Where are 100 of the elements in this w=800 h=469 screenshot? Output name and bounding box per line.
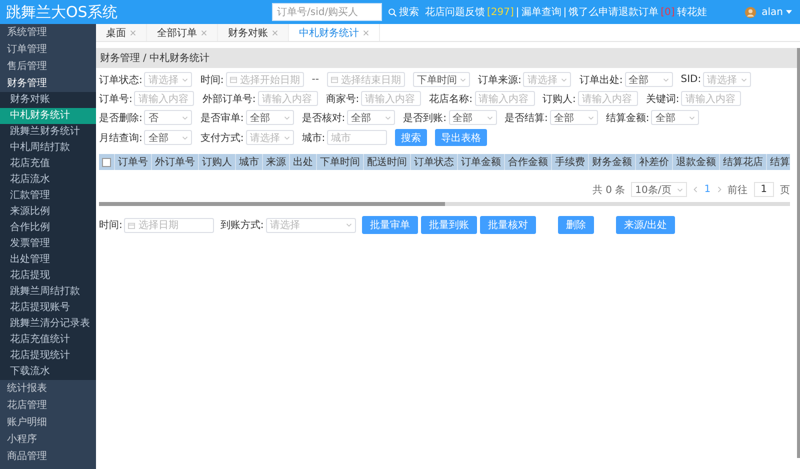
chevron-icon <box>486 116 492 120</box>
total-count: 共 0 条 <box>592 184 626 196</box>
chevron-icon <box>182 78 188 82</box>
search-icon <box>388 8 397 16</box>
sidebar-subitem[interactable]: 花店提现 <box>0 268 96 284</box>
chevron-icon <box>346 223 352 227</box>
chevron-icon <box>460 78 466 82</box>
close-icon[interactable] <box>130 30 136 36</box>
chevron-icon <box>284 136 290 140</box>
filter-label: 订单号: <box>99 92 132 106</box>
filter-label: 是否审单: <box>200 112 244 124</box>
select-field[interactable]: 全部 <box>651 110 700 125</box>
field-label: 到账方式: <box>220 218 264 232</box>
chevron-icon <box>182 136 188 140</box>
sidebar-item[interactable]: 商品管理 <box>0 448 96 465</box>
calendar-icon <box>128 222 136 228</box>
select-field[interactable]: 下单时间 <box>412 72 470 87</box>
filter-label: 关键词: <box>646 92 680 106</box>
filter-label: 城市: <box>302 132 326 144</box>
close-icon[interactable] <box>201 30 207 36</box>
sidebar-subitem[interactable]: 合作比例 <box>0 220 96 236</box>
vertical-scrollbar[interactable] <box>797 48 800 458</box>
chevron-icon <box>588 116 594 120</box>
filter-label: 花店名称: <box>429 92 472 106</box>
select-field[interactable]: 全部 <box>347 110 396 125</box>
tab[interactable]: 桌面 <box>96 24 147 41</box>
page-size-select[interactable]: 10条/页 <box>631 182 688 197</box>
select-field[interactable]: 全部 <box>144 130 192 145</box>
breadcrumb-item[interactable]: 中札财务统计 <box>149 51 210 65</box>
sidebar-subitem[interactable]: 花店提现统计 <box>0 348 96 364</box>
sidebar-subitem[interactable]: 下载流水 <box>0 364 96 380</box>
sidebar-subitem[interactable]: 来源比例 <box>0 204 96 220</box>
calendar-icon <box>330 76 338 83</box>
select-field[interactable]: 全部 <box>624 72 673 87</box>
sidebar-subitem[interactable]: 发票管理 <box>0 236 96 252</box>
sidebar-subitem[interactable]: 中札周结打款 <box>0 140 96 156</box>
filter-label: 外部订单号: <box>202 92 256 106</box>
sidebar-item[interactable]: 花店管理 <box>0 397 96 414</box>
close-icon[interactable] <box>272 30 278 36</box>
next-page-icon[interactable] <box>716 186 722 193</box>
sidebar-subitem[interactable]: 财务对账 <box>0 92 96 108</box>
breadcrumb-separator: / <box>143 52 146 64</box>
sidebar-item[interactable]: 订单管理 <box>0 41 96 58</box>
filter-label: 订单出处: <box>579 74 623 86</box>
sidebar-subitem[interactable]: 花店充值 <box>0 156 96 172</box>
filter-label: 是否核对: <box>302 112 346 124</box>
search-field[interactable]: 订单号/sid/购买人 <box>272 3 382 21</box>
sidebar-item[interactable]: 财务管理 <box>0 75 96 92</box>
avatar-icon[interactable] <box>744 6 756 18</box>
sidebar-subitem[interactable]: 跳舞兰周结打款 <box>0 284 96 300</box>
chevron-icon <box>385 116 392 120</box>
filter-label: 是否结算: <box>504 112 548 124</box>
breadcrumb-item[interactable]: 财务管理 <box>100 51 140 65</box>
filter-label: 月结查询: <box>99 132 142 144</box>
sidebar-subitem[interactable]: 花店提现账号 <box>0 300 96 316</box>
tab[interactable]: 全部订单 <box>147 24 218 41</box>
select-field[interactable]: 全部 <box>448 110 496 125</box>
sidebar-subitem[interactable]: 花店流水 <box>0 172 96 188</box>
horizontal-scrollbar[interactable] <box>99 202 790 206</box>
filter-label: 商家号: <box>326 92 360 106</box>
sidebar-item[interactable]: 小程序 <box>0 431 96 448</box>
chevron-icon <box>677 188 684 192</box>
sidebar-item[interactable]: 售后管理 <box>0 58 96 75</box>
chevron-icon <box>182 116 188 120</box>
page-input[interactable]: 1 <box>754 182 774 197</box>
calendar-icon <box>230 76 237 83</box>
previous-page-icon[interactable] <box>693 186 698 193</box>
filter-label: 订购人: <box>542 92 576 106</box>
filter-label: SID: <box>680 74 702 85</box>
filter-label: 结算金额: <box>606 112 650 124</box>
close-icon[interactable] <box>363 30 369 36</box>
chevron-icon <box>662 78 669 82</box>
filter-label: 订单来源: <box>478 74 522 86</box>
goto-label: 前往 <box>728 184 748 196</box>
page-unit-label: 页 <box>780 184 790 196</box>
sidebar-subitem[interactable]: 跳舞兰清分记录表 <box>0 316 96 332</box>
chevron-icon <box>561 78 568 82</box>
notice-count: [0] <box>660 6 675 18</box>
select-field[interactable]: 否 <box>144 110 192 125</box>
sidebar-subitem[interactable]: 汇款管理 <box>0 188 96 204</box>
filter-label: 是否到账: <box>403 112 446 124</box>
filter-label: 是否删除: <box>99 112 142 124</box>
checkbox[interactable] <box>102 158 111 166</box>
range-separator: -- <box>312 74 319 85</box>
sidebar-subitem[interactable]: 花店充值统计 <box>0 332 96 348</box>
separator: | <box>516 6 520 18</box>
select-field[interactable]: 全部 <box>550 110 598 125</box>
sidebar-item[interactable]: 统计报表 <box>0 380 96 397</box>
chevron-icon <box>284 116 290 120</box>
chevron-icon <box>689 116 696 120</box>
tab[interactable]: 财务对账 <box>218 24 289 41</box>
filter-label: 时间: <box>200 74 224 86</box>
sidebar-subitem[interactable]: 出处管理 <box>0 252 96 268</box>
sidebar-item[interactable]: 账户明细 <box>0 414 96 431</box>
filter-label: 订单状态: <box>99 74 142 86</box>
sidebar-subitem[interactable]: 跳舞兰财务统计 <box>0 124 96 140</box>
app-title: 跳舞兰大OS系统 <box>6 2 118 22</box>
sidebar-item[interactable]: 系统管理 <box>0 24 96 41</box>
separator: | <box>563 6 567 18</box>
select-field[interactable]: 全部 <box>246 110 294 125</box>
